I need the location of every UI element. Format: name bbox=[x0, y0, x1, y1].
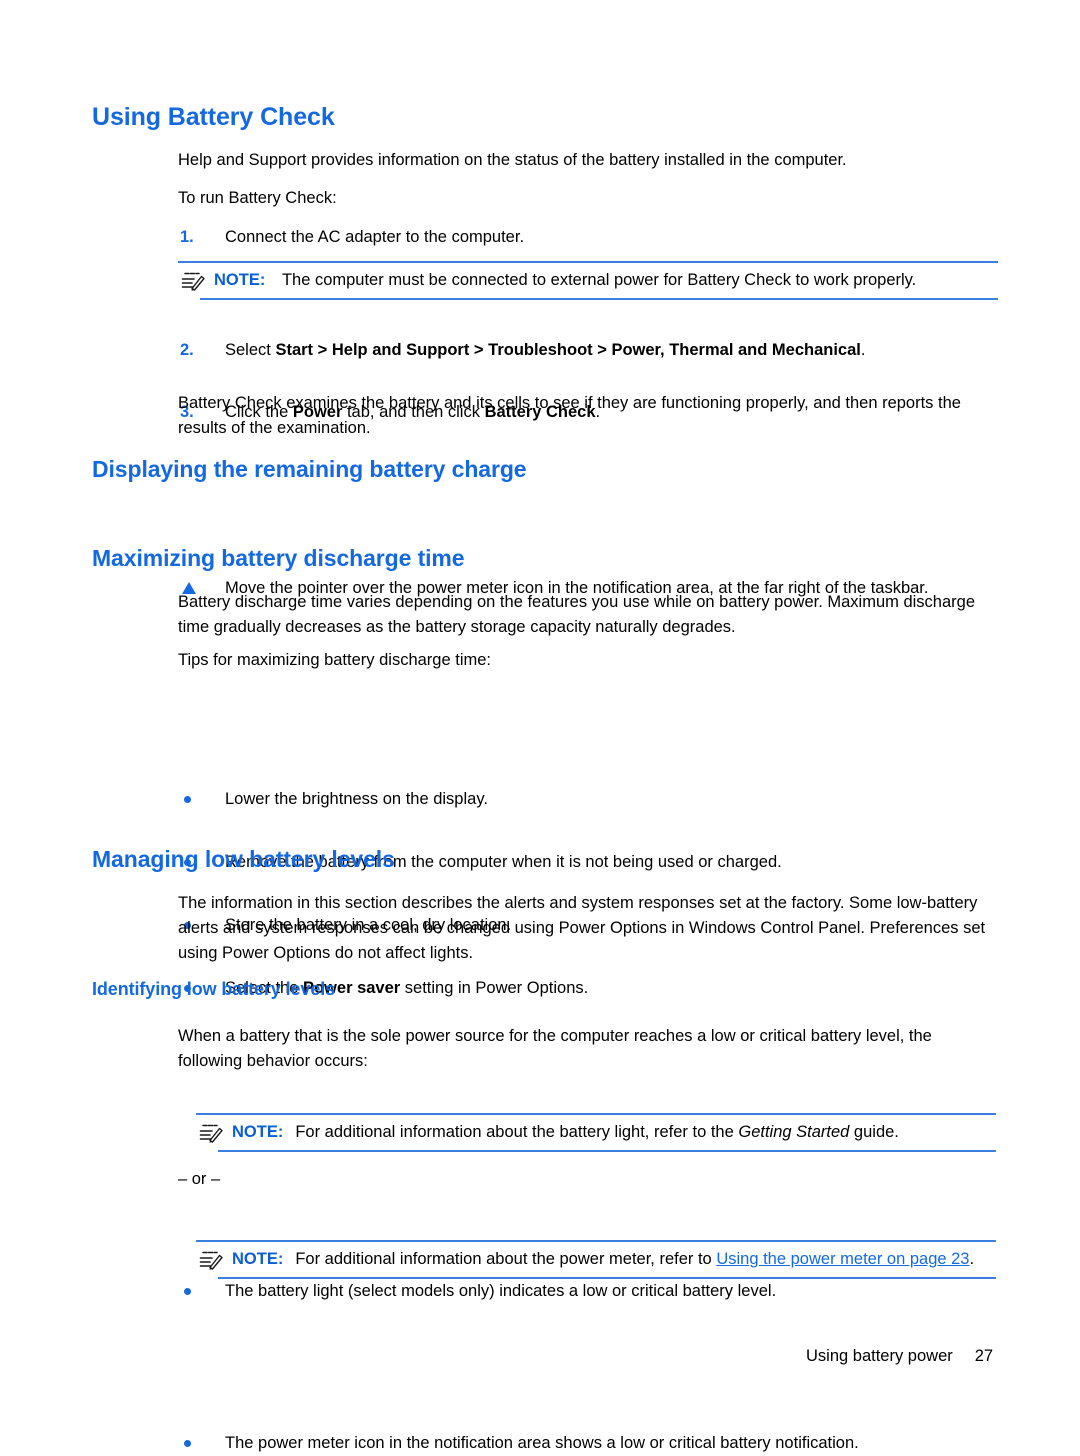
paragraph-discharge-time: Battery discharge time varies depending … bbox=[178, 593, 976, 636]
note-pencil-icon bbox=[198, 1248, 224, 1270]
note-label: NOTE: bbox=[232, 1123, 284, 1141]
list-item: 1. Connect the AC adapter to the compute… bbox=[180, 225, 1000, 250]
document-page: Using Battery Check Help and Support pro… bbox=[0, 0, 1080, 1452]
list-item: 2. Select Start > Help and Support > Tro… bbox=[180, 338, 1000, 363]
section-heading: Displaying the remaining battery charge bbox=[92, 456, 527, 482]
bullet-text: The battery light (select models only) i… bbox=[225, 1282, 777, 1300]
note-rule-bottom bbox=[218, 1277, 996, 1279]
paragraph-managing-info: The information in this section describe… bbox=[178, 894, 986, 962]
paragraph-closing: Battery Check examines the battery and i… bbox=[178, 394, 961, 437]
note-content: NOTE: For additional information about th… bbox=[232, 1120, 996, 1144]
page-title: Using Battery Check bbox=[92, 103, 335, 131]
note-body: NOTE: The computer must be connected to … bbox=[178, 263, 998, 298]
step-number: 1. bbox=[180, 228, 194, 246]
note-text-suffix: guide. bbox=[849, 1123, 899, 1141]
note-rule-bottom bbox=[218, 1150, 996, 1152]
heading-displaying-charge: Displaying the remaining battery charge bbox=[92, 456, 992, 482]
list-item: Lower the brightness on the display. bbox=[180, 787, 1000, 812]
note-text: The computer must be connected to extern… bbox=[281, 271, 917, 289]
paragraph-tips-lead-in: Tips for maximizing battery discharge ti… bbox=[178, 651, 491, 669]
note-callout: NOTE: For additional information about th… bbox=[196, 1240, 996, 1279]
note-label: NOTE: bbox=[214, 271, 266, 289]
paragraph-intro: Help and Support provides information on… bbox=[178, 151, 847, 169]
cross-reference-link[interactable]: Using the power meter on page 23 bbox=[716, 1250, 969, 1268]
footer-chapter-label: Using battery power bbox=[806, 1347, 953, 1365]
section-subheading: Identifying low battery levels bbox=[92, 979, 336, 999]
note-content: NOTE: The computer must be connected to … bbox=[214, 268, 998, 292]
note-pencil-icon bbox=[198, 1121, 224, 1143]
note-body: NOTE: For additional information about th… bbox=[196, 1115, 996, 1150]
list-item: The power meter icon in the notification… bbox=[180, 1431, 1000, 1456]
page-footer: Using battery power 27 bbox=[806, 1347, 993, 1366]
note-text-prefix: For additional information about the pow… bbox=[295, 1250, 717, 1268]
step-text-prefix: Select bbox=[225, 341, 276, 359]
section-heading: Maximizing battery discharge time bbox=[92, 545, 465, 571]
note-text-suffix: . bbox=[969, 1250, 975, 1268]
bullet-dot-icon bbox=[184, 1288, 191, 1295]
note-rule-bottom bbox=[200, 298, 998, 300]
paragraph-lead-in: To run Battery Check: bbox=[178, 189, 337, 207]
heading-using-battery-check: Using Battery Check bbox=[92, 103, 992, 132]
paragraph-identifying-info: When a battery that is the sole power so… bbox=[178, 1027, 932, 1070]
footer-page-number: 27 bbox=[974, 1347, 994, 1365]
heading-managing-low-battery: Managing low battery levels bbox=[92, 846, 992, 872]
note-text-prefix: For additional information about the bat… bbox=[295, 1123, 739, 1141]
bullet-dot-icon bbox=[184, 1440, 191, 1447]
note-pencil-icon bbox=[180, 269, 206, 291]
note-text-italic: Getting Started bbox=[738, 1123, 850, 1141]
step-number: 2. bbox=[180, 341, 194, 359]
list-item: The battery light (select models only) i… bbox=[180, 1279, 1000, 1304]
note-callout: NOTE: The computer must be connected to … bbox=[178, 261, 998, 300]
step-text-bold: Start > Help and Support > Troubleshoot … bbox=[275, 341, 861, 359]
subheading-identifying-low-battery: Identifying low battery levels bbox=[92, 979, 992, 1000]
step-text-suffix: . bbox=[860, 341, 866, 359]
note-label: NOTE: bbox=[232, 1250, 284, 1268]
bullet-dot-icon bbox=[184, 796, 191, 803]
bullet-text: Lower the brightness on the display. bbox=[225, 790, 488, 808]
note-body: NOTE: For additional information about th… bbox=[196, 1242, 996, 1277]
section-heading: Managing low battery levels bbox=[92, 846, 395, 872]
step-text: Select Start > Help and Support > Troubl… bbox=[225, 338, 1000, 363]
or-separator: – or – bbox=[178, 1170, 221, 1188]
note-content: NOTE: For additional information about th… bbox=[232, 1247, 996, 1271]
heading-maximizing-discharge: Maximizing battery discharge time bbox=[92, 545, 992, 571]
step-text: Connect the AC adapter to the computer. bbox=[225, 228, 525, 246]
note-callout: NOTE: For additional information about th… bbox=[196, 1113, 996, 1152]
bullet-text: The power meter icon in the notification… bbox=[225, 1434, 859, 1452]
